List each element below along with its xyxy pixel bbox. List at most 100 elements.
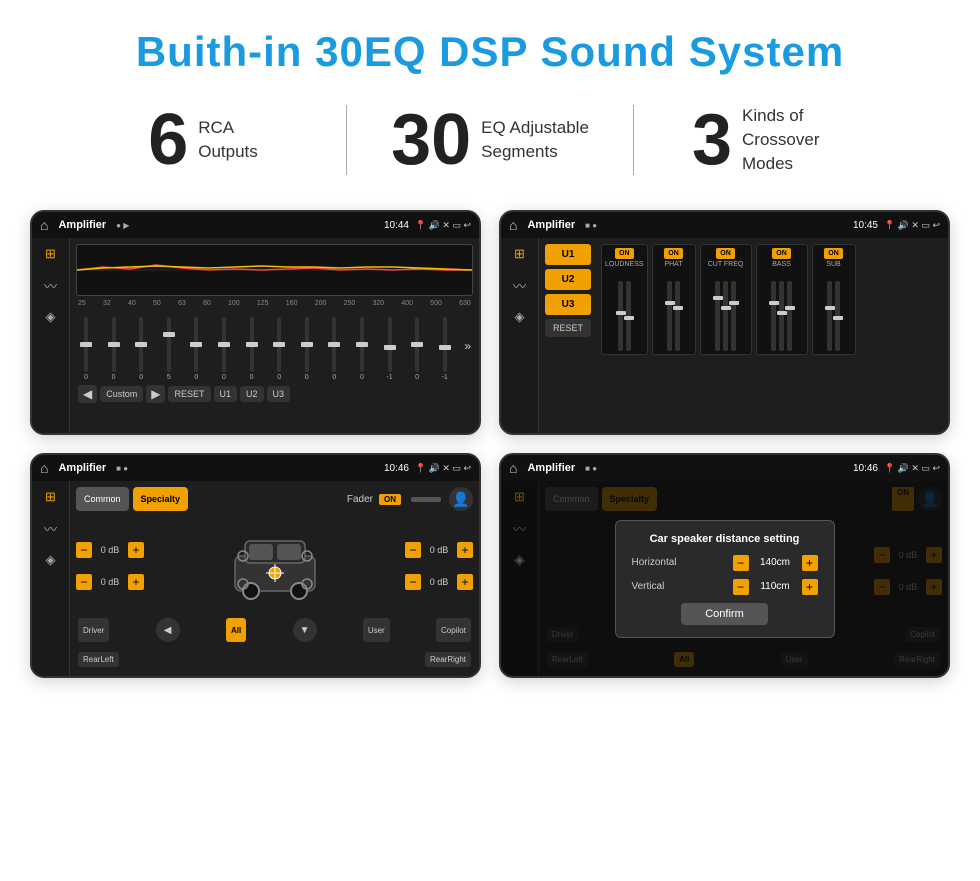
horizontal-minus-btn[interactable]: − bbox=[733, 555, 749, 571]
home-icon[interactable]: ⌂ bbox=[40, 217, 48, 233]
eq-u2-btn[interactable]: U2 bbox=[240, 386, 264, 402]
vol-minus-right-bottom[interactable]: − bbox=[405, 574, 421, 590]
eq-left-sidebar: ⊞ 〰 ◈ bbox=[32, 238, 70, 433]
eq-prev-btn[interactable]: ◀ bbox=[78, 385, 97, 403]
eq-sidebar-icon-2[interactable]: 〰 bbox=[44, 276, 57, 295]
dsp-u2-btn[interactable]: U2 bbox=[545, 269, 591, 290]
vol-plus-left-top[interactable]: + bbox=[128, 542, 144, 558]
dsp-bass-slider1[interactable] bbox=[771, 281, 776, 351]
crossover-sidebar-icon-1[interactable]: ⊞ bbox=[45, 489, 56, 505]
dsp-sub-on[interactable]: ON bbox=[824, 248, 843, 259]
vol-plus-right-top[interactable]: + bbox=[457, 542, 473, 558]
nav-left-icon[interactable]: ◀ bbox=[156, 618, 180, 642]
dsp-left-sidebar: ⊞ 〰 ◈ bbox=[501, 238, 539, 433]
crossover-left-sidebar: ⊞ 〰 ◈ bbox=[32, 481, 70, 676]
dsp-u3-btn[interactable]: U3 bbox=[545, 294, 591, 315]
eq-slider-4[interactable]: 0 bbox=[188, 317, 204, 381]
dsp-cutfreq-slider1[interactable] bbox=[715, 281, 720, 351]
stat-crossover: 3 Kinds ofCrossover Modes bbox=[634, 104, 920, 176]
dsp-cutfreq-on[interactable]: ON bbox=[716, 248, 735, 259]
dsp-home-icon[interactable]: ⌂ bbox=[509, 217, 517, 233]
eq-custom-btn[interactable]: Custom bbox=[100, 386, 143, 402]
fader-on-badge[interactable]: ON bbox=[379, 494, 401, 505]
settings-icon[interactable]: 👤 bbox=[449, 487, 473, 511]
btn-rearleft[interactable]: RearLeft bbox=[78, 652, 119, 667]
eq-u3-btn[interactable]: U3 bbox=[267, 386, 291, 402]
vertical-minus-btn[interactable]: − bbox=[733, 579, 749, 595]
eq-screen: ⌂ Amplifier ● ▶ 10:44 📍 🔊 ✕ ▭ ↩ ⊞ 〰 ◈ bbox=[30, 210, 481, 435]
btn-user[interactable]: User bbox=[363, 618, 390, 642]
dsp-loudness-slider1[interactable] bbox=[618, 281, 623, 351]
dsp-sidebar-icon-3[interactable]: ◈ bbox=[515, 309, 525, 325]
dsp-sidebar-icon-1[interactable]: ⊞ bbox=[514, 246, 525, 262]
eq-slider-1[interactable]: 0 bbox=[106, 317, 122, 381]
btn-driver[interactable]: Driver bbox=[78, 618, 109, 642]
nav-down-icon[interactable]: ▼ bbox=[293, 618, 317, 642]
dsp-main-area: U1 U2 U3 RESET ON LOUDNESS bbox=[539, 238, 948, 433]
dsp-loudness-on[interactable]: ON bbox=[615, 248, 634, 259]
eq-sidebar-icon-1[interactable]: ⊞ bbox=[45, 246, 56, 262]
vol-minus-left-bottom[interactable]: − bbox=[76, 574, 92, 590]
eq-slider-0[interactable]: 0 bbox=[78, 317, 94, 381]
eq-slider-6[interactable]: 0 bbox=[244, 317, 260, 381]
eq-sliders-row: 0 0 0 5 0 0 0 0 0 0 0 -1 0 -1 » bbox=[76, 311, 473, 381]
dsp-sub-slider2[interactable] bbox=[835, 281, 840, 351]
dsp-loudness-slider2[interactable] bbox=[626, 281, 631, 351]
vol-ctrl-left-bottom: − 0 dB + bbox=[76, 574, 144, 590]
dsp-bass-label: BASS bbox=[772, 261, 791, 268]
eq-slider-7[interactable]: 0 bbox=[271, 317, 287, 381]
horizontal-plus-btn[interactable]: + bbox=[802, 555, 818, 571]
crossover-sidebar-icon-3[interactable]: ◈ bbox=[46, 552, 56, 568]
eq-slider-5[interactable]: 0 bbox=[216, 317, 232, 381]
dsp-sidebar-icon-2[interactable]: 〰 bbox=[513, 276, 526, 295]
dialog-home-icon[interactable]: ⌂ bbox=[509, 460, 517, 476]
eq-next-btn[interactable]: ▶ bbox=[146, 385, 165, 403]
stats-row: 6 RCAOutputs 30 EQ AdjustableSegments 3 … bbox=[0, 94, 980, 200]
eq-sidebar-icon-3[interactable]: ◈ bbox=[46, 309, 56, 325]
crossover-bottom-btn-row: Driver ◀ All ▼ User Copilot bbox=[76, 615, 473, 645]
eq-reset-btn[interactable]: RESET bbox=[168, 386, 210, 402]
vertical-plus-btn[interactable]: + bbox=[802, 579, 818, 595]
eq-slider-9[interactable]: 0 bbox=[326, 317, 342, 381]
dsp-channel-loudness: ON LOUDNESS bbox=[601, 244, 648, 355]
vol-plus-left-bottom[interactable]: + bbox=[128, 574, 144, 590]
dsp-phat-on[interactable]: ON bbox=[664, 248, 683, 259]
btn-all[interactable]: All bbox=[226, 618, 246, 642]
dialog-vertical-label: Vertical bbox=[632, 581, 665, 592]
eq-expand-icon[interactable]: » bbox=[464, 339, 471, 353]
dsp-status-icons: 📍 🔊 ✕ ▭ ↩ bbox=[884, 220, 940, 231]
vol-val-right-top: 0 dB bbox=[424, 545, 454, 555]
btn-rearright[interactable]: RearRight bbox=[425, 652, 471, 667]
dsp-phat-slider1[interactable] bbox=[667, 281, 672, 351]
crossover-time: 10:46 bbox=[384, 463, 409, 474]
tab-common[interactable]: Common bbox=[76, 487, 129, 511]
eq-screen-body: ⊞ 〰 ◈ 25 32 40 50 63 8 bbox=[32, 238, 479, 433]
dsp-cutfreq-slider3[interactable] bbox=[731, 281, 736, 351]
crossover-sidebar-icon-2[interactable]: 〰 bbox=[44, 519, 57, 538]
vol-minus-left-top[interactable]: − bbox=[76, 542, 92, 558]
dsp-bass-on[interactable]: ON bbox=[772, 248, 791, 259]
crossover-home-icon[interactable]: ⌂ bbox=[40, 460, 48, 476]
dsp-bass-slider2[interactable] bbox=[779, 281, 784, 351]
eq-slider-11[interactable]: -1 bbox=[382, 317, 398, 381]
dsp-sub-slider1[interactable] bbox=[827, 281, 832, 351]
dsp-reset-btn[interactable]: RESET bbox=[545, 319, 591, 337]
eq-slider-3[interactable]: 5 bbox=[161, 317, 177, 381]
eq-slider-2[interactable]: 0 bbox=[133, 317, 149, 381]
eq-slider-12[interactable]: 0 bbox=[409, 317, 425, 381]
dsp-bass-slider3[interactable] bbox=[787, 281, 792, 351]
confirm-button[interactable]: Confirm bbox=[681, 603, 768, 625]
fader-track[interactable] bbox=[411, 497, 441, 502]
vol-minus-right-top[interactable]: − bbox=[405, 542, 421, 558]
eq-slider-8[interactable]: 0 bbox=[299, 317, 315, 381]
vol-plus-right-bottom[interactable]: + bbox=[457, 574, 473, 590]
dsp-phat-slider2[interactable] bbox=[675, 281, 680, 351]
right-vol-controls: − 0 dB + − 0 dB + bbox=[405, 542, 473, 590]
tab-specialty[interactable]: Specialty bbox=[133, 487, 189, 511]
eq-slider-13[interactable]: -1 bbox=[437, 317, 453, 381]
eq-slider-10[interactable]: 0 bbox=[354, 317, 370, 381]
dsp-cutfreq-slider2[interactable] bbox=[723, 281, 728, 351]
dsp-u1-btn[interactable]: U1 bbox=[545, 244, 591, 265]
eq-u1-btn[interactable]: U1 bbox=[214, 386, 238, 402]
btn-copilot[interactable]: Copilot bbox=[436, 618, 471, 642]
